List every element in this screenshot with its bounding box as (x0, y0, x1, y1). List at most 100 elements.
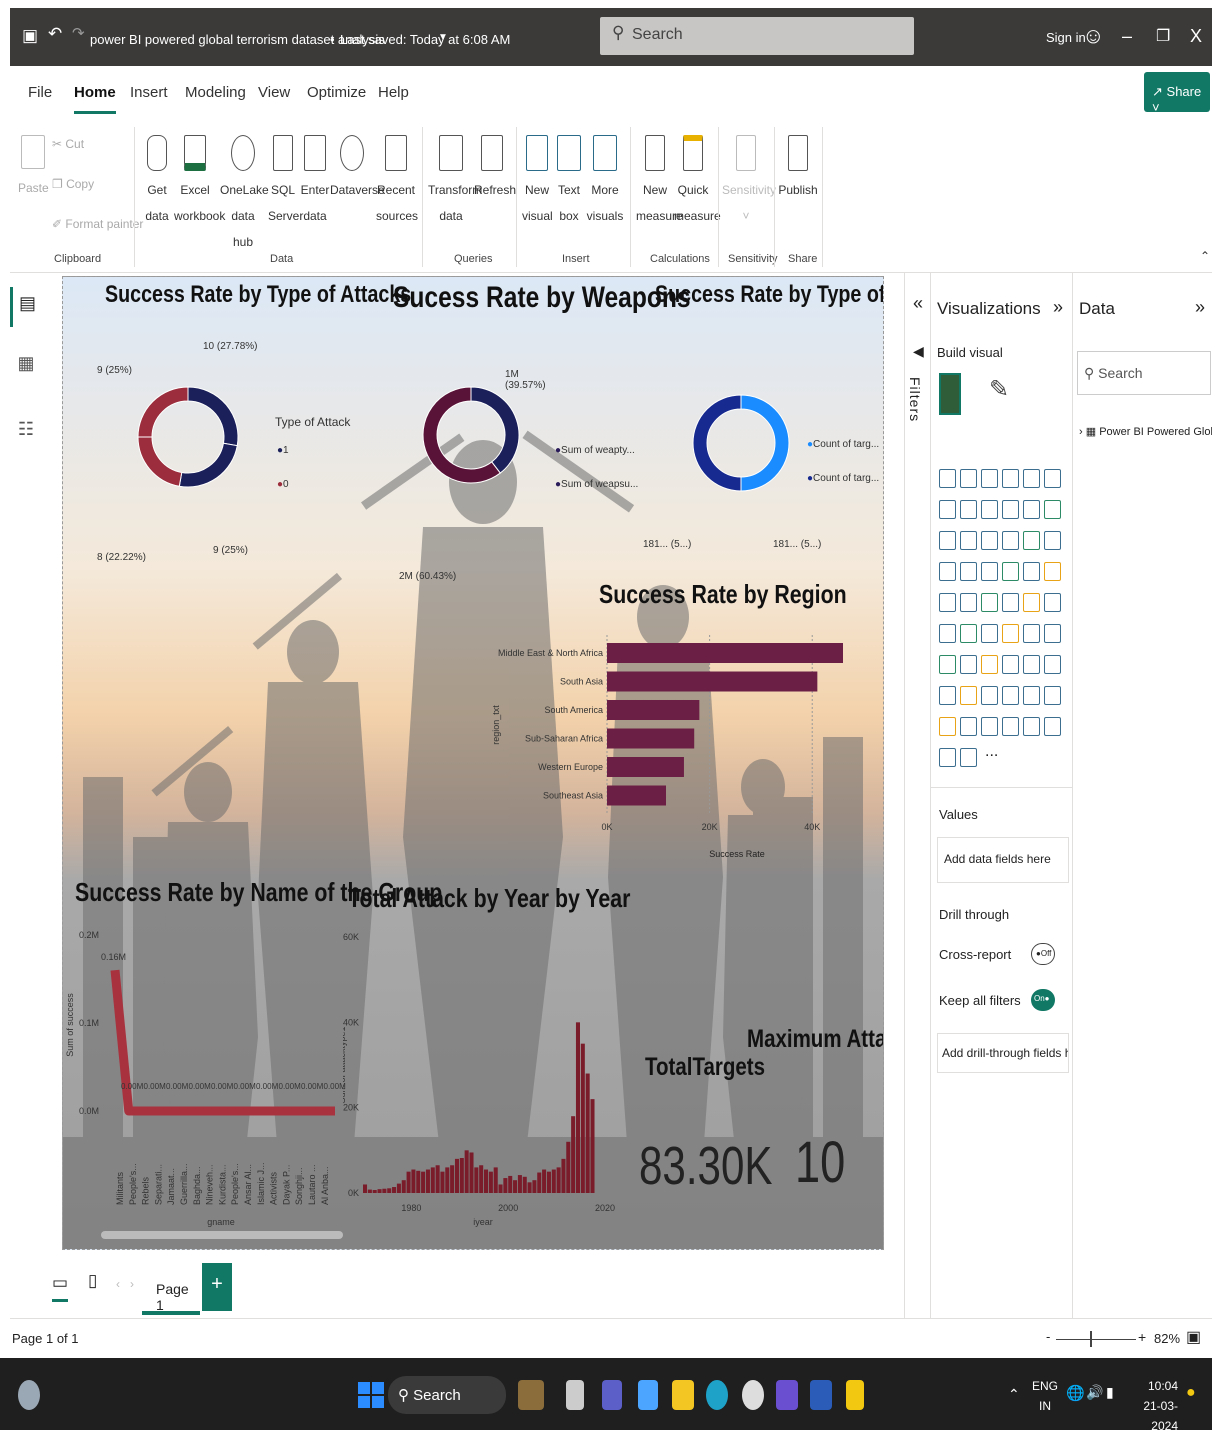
new-visual-button[interactable]: New visual (522, 135, 553, 229)
get-data-button[interactable]: Get data (142, 135, 172, 229)
filters-pane[interactable]: « ◀ Filters (904, 273, 930, 1318)
visual-type-icon[interactable] (1044, 624, 1061, 643)
cut-button[interactable]: ✂ Cut (52, 137, 84, 151)
taskbar-app-vscode-icon[interactable] (776, 1380, 798, 1410)
menu-home[interactable]: Home (74, 84, 116, 114)
close-button[interactable]: X (1190, 26, 1202, 47)
report-canvas[interactable]: Success Rate by Type of Attacks 10 (27.7… (62, 276, 884, 1250)
visual-type-icon[interactable] (981, 655, 998, 674)
tray-chevron-icon[interactable]: ⌃ (1008, 1386, 1020, 1403)
visual-type-icon[interactable] (1044, 717, 1061, 736)
taskbar-search[interactable]: ⚲ Search (388, 1376, 506, 1414)
language-indicator[interactable]: ENG IN (1032, 1376, 1058, 1416)
share-button[interactable]: ↗ Share ˅ (1144, 72, 1210, 115)
keep-all-filters-toggle[interactable]: On● (1031, 989, 1055, 1011)
visual-type-icon[interactable] (1002, 469, 1019, 488)
visual-type-icon[interactable] (1044, 593, 1061, 612)
search-box[interactable]: ⚲ Search (600, 17, 914, 55)
menu-view[interactable]: View (258, 84, 290, 101)
visual-type-icon[interactable] (939, 531, 956, 550)
visual-type-icon[interactable] (981, 624, 998, 643)
visual-type-icon[interactable] (939, 469, 956, 488)
visual-type-icon[interactable] (960, 500, 977, 519)
menu-modeling[interactable]: Modeling (185, 84, 246, 101)
zoom-slider[interactable] (1056, 1339, 1136, 1340)
visual-type-icon[interactable] (939, 624, 956, 643)
visual-type-icon[interactable] (1002, 593, 1019, 612)
data-expand-icon[interactable]: » (1195, 297, 1205, 318)
collapse-ribbon-icon[interactable]: ⌃ (1200, 249, 1210, 263)
page-prev-icon[interactable]: ‹ (116, 1277, 120, 1291)
enter-data-button[interactable]: Enter data (300, 135, 330, 229)
redo-icon[interactable]: ↷ (72, 24, 85, 42)
visual-type-icon[interactable] (960, 717, 977, 736)
visual-type-icon[interactable] (981, 717, 998, 736)
visual-type-icon[interactable] (981, 531, 998, 550)
visual-type-icon[interactable] (960, 531, 977, 550)
visual-type-icon[interactable] (939, 655, 956, 674)
notification-bell-icon[interactable]: ● (1186, 1384, 1196, 1402)
visual-type-icon[interactable] (1023, 686, 1040, 705)
visual-type-icon[interactable] (1023, 531, 1040, 550)
visual-type-icon[interactable] (1023, 500, 1040, 519)
transform-data-button[interactable]: Transform data (428, 135, 482, 229)
collapse-left-icon[interactable]: « (913, 293, 923, 314)
region-bar-chart[interactable]: 0K 20K 40K Middle East & North Africa South … (483, 625, 873, 865)
volume-icon[interactable]: 🔊 (1086, 1384, 1103, 1401)
menu-help[interactable]: Help (378, 84, 409, 101)
more-visuals-ellipsis[interactable]: ... (985, 743, 998, 761)
menu-insert[interactable]: Insert (130, 84, 168, 101)
sign-in-link[interactable]: Sign in (1046, 30, 1086, 45)
taskbar-app-chatgpt-icon[interactable] (742, 1380, 764, 1410)
visual-type-icon[interactable] (960, 655, 977, 674)
visual-type-icon[interactable] (981, 593, 998, 612)
taskbar-app-meet-icon[interactable] (602, 1380, 622, 1410)
visual-type-icon[interactable] (1002, 717, 1019, 736)
visual-type-icon[interactable] (1044, 686, 1061, 705)
visual-type-icon[interactable] (1002, 686, 1019, 705)
add-drill-through-well[interactable]: Add drill-through fields here (937, 1033, 1069, 1073)
visual-type-icon[interactable] (939, 686, 956, 705)
recent-sources-button[interactable]: Recent sources (376, 135, 418, 229)
build-visual-tab-icon[interactable] (939, 373, 961, 415)
start-button[interactable] (358, 1382, 384, 1408)
onelake-data-hub-button[interactable]: OneLake data hub (220, 135, 269, 255)
visual-type-icon[interactable] (960, 686, 977, 705)
taskbar-app-powerbi-icon[interactable] (846, 1380, 864, 1410)
visual-type-icon[interactable] (1044, 562, 1061, 581)
sql-server-button[interactable]: SQL Server (268, 135, 303, 229)
page-next-icon[interactable]: › (130, 1277, 134, 1291)
taskbar-app-photos-icon[interactable] (518, 1380, 544, 1410)
visual-type-icon[interactable] (960, 624, 977, 643)
visual-type-icon[interactable] (1023, 593, 1040, 612)
format-painter-button[interactable]: ✐ Format painter (52, 217, 143, 231)
zoom-thumb[interactable] (1090, 1331, 1092, 1347)
minimize-button[interactable]: – (1122, 26, 1132, 47)
visual-type-icon[interactable] (1002, 562, 1019, 581)
quick-measure-button[interactable]: Quick measure (674, 135, 721, 229)
data-search-input[interactable]: ⚲ Search (1077, 351, 1211, 395)
visual-type-icon[interactable] (1002, 531, 1019, 550)
restore-button[interactable]: ❐ (1156, 26, 1170, 46)
sensitivity-button[interactable]: Sensitivity ˅ (722, 135, 776, 229)
year-bar-chart[interactable]: 0K20K40K60K1980 2000 2020Sum of attacktype… (343, 925, 628, 1245)
widgets-icon[interactable] (18, 1380, 40, 1410)
copy-button[interactable]: ❐ Copy (52, 177, 94, 191)
taskbar-app-store-icon[interactable] (638, 1380, 658, 1410)
excel-workbook-button[interactable]: Excel workbook (174, 135, 225, 229)
cross-report-toggle[interactable]: ●Off (1031, 943, 1055, 965)
visual-type-icon[interactable] (1023, 717, 1040, 736)
model-view-icon[interactable]: ☷ (10, 419, 42, 449)
taskbar-app-taskview-icon[interactable] (566, 1380, 584, 1410)
dataverse-button[interactable]: Dataverse (330, 135, 385, 203)
zoom-out-icon[interactable]: - (1046, 1329, 1050, 1344)
battery-icon[interactable]: ▮ (1106, 1384, 1114, 1401)
format-visual-tab-icon[interactable]: ✎ (989, 375, 1009, 404)
visual-type-icon[interactable] (1023, 624, 1040, 643)
clock[interactable]: 10:04 21-03-2024 (1128, 1376, 1178, 1436)
visual-type-icon[interactable] (1002, 655, 1019, 674)
visual-type-icon[interactable] (1044, 500, 1061, 519)
taskbar-app-edge-icon[interactable] (706, 1380, 728, 1410)
visual-type-icon[interactable] (981, 500, 998, 519)
visual-type-icon[interactable] (1044, 469, 1061, 488)
